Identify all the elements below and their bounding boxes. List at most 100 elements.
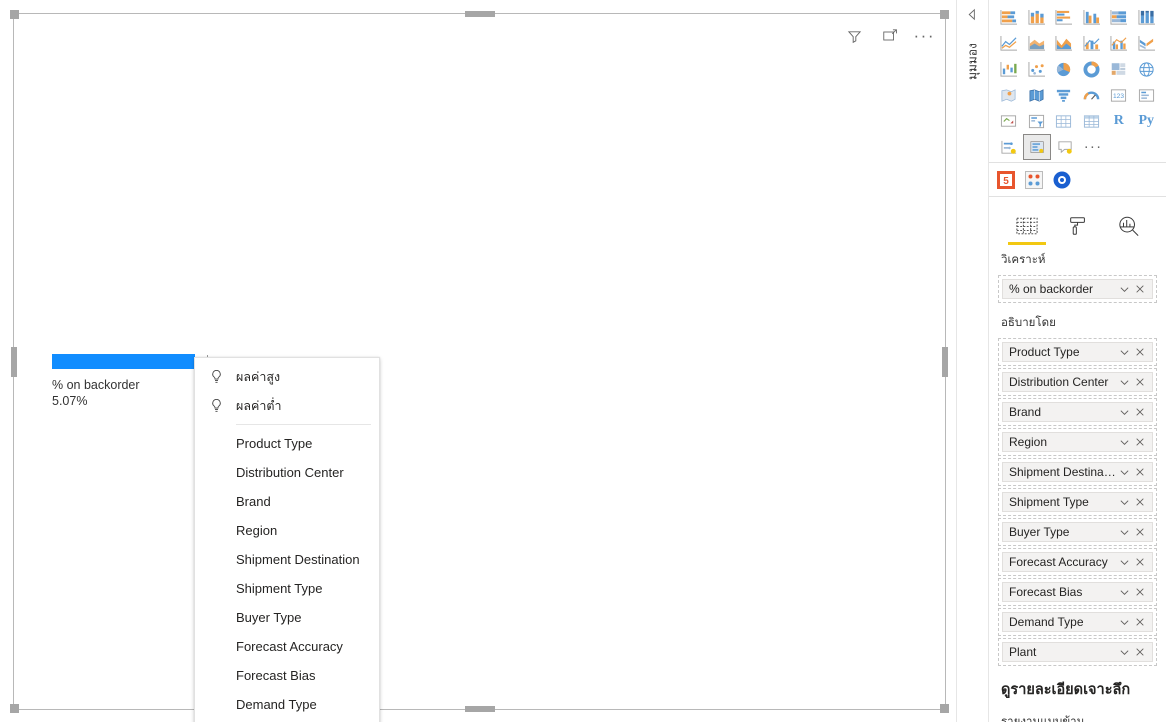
chevron-down-icon[interactable] bbox=[1116, 464, 1132, 480]
area-chart-icon[interactable] bbox=[1023, 30, 1051, 56]
explain-by-item[interactable]: Distribution Center bbox=[998, 368, 1157, 396]
field-chip-forecast-bias[interactable]: Forecast Bias bbox=[1002, 582, 1153, 602]
field-chip-plant[interactable]: Plant bbox=[1002, 642, 1153, 662]
remove-field-icon[interactable] bbox=[1132, 494, 1148, 510]
funnel-chart-icon[interactable] bbox=[1050, 82, 1078, 108]
chevron-down-icon[interactable] bbox=[1116, 374, 1132, 390]
field-chip-demand-type[interactable]: Demand Type bbox=[1002, 612, 1153, 632]
menu-item-region[interactable]: Region bbox=[195, 516, 379, 545]
chevron-down-icon[interactable] bbox=[1116, 404, 1132, 420]
visualizations-pane[interactable]: 123 R Py ··· 5 วิเคราะห์ % on backorder … bbox=[988, 0, 1166, 722]
treemap-icon[interactable] bbox=[1105, 56, 1133, 82]
slicer-icon[interactable] bbox=[1023, 108, 1051, 134]
line-clustered-column-chart-icon[interactable] bbox=[1105, 30, 1133, 56]
menu-item-high-value[interactable]: ผลค่าสูง bbox=[195, 362, 379, 391]
resize-handle-right-center[interactable] bbox=[942, 346, 948, 377]
kpi-icon[interactable] bbox=[995, 108, 1023, 134]
menu-item-demand-type[interactable]: Demand Type bbox=[195, 690, 379, 719]
stacked-area-chart-icon[interactable] bbox=[1050, 30, 1078, 56]
stacked-column-chart-icon[interactable] bbox=[1023, 4, 1051, 30]
focus-mode-icon[interactable] bbox=[879, 25, 901, 47]
format-tab[interactable] bbox=[1056, 213, 1100, 245]
menu-item-brand[interactable]: Brand bbox=[195, 487, 379, 516]
chevron-down-icon[interactable] bbox=[1116, 614, 1132, 630]
report-canvas[interactable]: ··· % on backorder 5.07% ผลค่าสูง ผลค่าต… bbox=[0, 0, 956, 722]
pie-chart-icon[interactable] bbox=[1050, 56, 1078, 82]
resize-handle-top-left[interactable] bbox=[10, 10, 19, 19]
r-script-visual-icon[interactable]: R bbox=[1105, 108, 1133, 134]
explain-by-item[interactable]: Shipment Destination bbox=[998, 458, 1157, 486]
explain-by-item[interactable]: Demand Type bbox=[998, 608, 1157, 636]
remove-field-icon[interactable] bbox=[1132, 584, 1148, 600]
resize-handle-left-center[interactable] bbox=[11, 346, 17, 377]
field-chip-shipment-destination[interactable]: Shipment Destination bbox=[1002, 462, 1153, 482]
filter-icon[interactable] bbox=[844, 25, 866, 47]
collapse-pane-icon[interactable] bbox=[966, 8, 980, 22]
stacked-bar-chart-icon[interactable] bbox=[995, 4, 1023, 30]
explain-by-item[interactable]: Shipment Type bbox=[998, 488, 1157, 516]
map-icon[interactable] bbox=[1133, 56, 1161, 82]
pane-tab-bar[interactable] bbox=[989, 197, 1166, 245]
resize-handle-bottom-center[interactable] bbox=[464, 706, 495, 712]
clustered-column-chart-icon[interactable] bbox=[1078, 4, 1106, 30]
field-chip-distribution-center[interactable]: Distribution Center bbox=[1002, 372, 1153, 392]
view-pane-strip[interactable]: มุมมอง bbox=[956, 0, 988, 722]
bar-segment[interactable] bbox=[52, 354, 195, 369]
visualization-type-gallery[interactable]: 123 R Py ··· bbox=[989, 0, 1166, 163]
explain-by-item[interactable]: Buyer Type bbox=[998, 518, 1157, 546]
html-custom-visual-icon[interactable]: 5 bbox=[996, 170, 1016, 190]
circle-custom-visual-icon[interactable] bbox=[1052, 170, 1072, 190]
grid-custom-visual-icon[interactable] bbox=[1024, 170, 1044, 190]
field-chip-product-type[interactable]: Product Type bbox=[1002, 342, 1153, 362]
menu-item-buyer-type[interactable]: Buyer Type bbox=[195, 603, 379, 632]
waterfall-chart-icon[interactable] bbox=[995, 56, 1023, 82]
menu-item-low-value[interactable]: ผลค่าต่ำ bbox=[195, 391, 379, 420]
remove-field-icon[interactable] bbox=[1132, 404, 1148, 420]
shape-map-icon[interactable] bbox=[1023, 82, 1051, 108]
remove-field-icon[interactable] bbox=[1132, 614, 1148, 630]
clustered-bar-chart-icon[interactable] bbox=[1050, 4, 1078, 30]
menu-item-product-type[interactable]: Product Type bbox=[195, 429, 379, 458]
explain-by-item[interactable]: Forecast Accuracy bbox=[998, 548, 1157, 576]
field-chip-shipment-type[interactable]: Shipment Type bbox=[1002, 492, 1153, 512]
decomposition-tree-context-menu[interactable]: ผลค่าสูง ผลค่าต่ำ Product Type Distribut… bbox=[194, 357, 380, 722]
explain-by-well[interactable]: Product Type Distribution Center Brand R… bbox=[998, 338, 1157, 666]
remove-field-icon[interactable] bbox=[1132, 464, 1148, 480]
scatter-chart-icon[interactable] bbox=[1023, 56, 1051, 82]
fields-tab[interactable] bbox=[1005, 213, 1049, 245]
hundred-percent-stacked-column-chart-icon[interactable] bbox=[1133, 4, 1161, 30]
chevron-down-icon[interactable] bbox=[1116, 524, 1132, 540]
menu-item-shipment-type[interactable]: Shipment Type bbox=[195, 574, 379, 603]
menu-item-distribution-center[interactable]: Distribution Center bbox=[195, 458, 379, 487]
remove-field-icon[interactable] bbox=[1132, 434, 1148, 450]
resize-handle-top-center[interactable] bbox=[464, 11, 495, 17]
chevron-down-icon[interactable] bbox=[1116, 281, 1132, 297]
menu-item-forecast-bias[interactable]: Forecast Bias bbox=[195, 661, 379, 690]
chevron-down-icon[interactable] bbox=[1116, 494, 1132, 510]
remove-field-icon[interactable] bbox=[1132, 524, 1148, 540]
decomposition-tree-icon[interactable] bbox=[1023, 134, 1051, 160]
line-stacked-column-chart-icon[interactable] bbox=[1078, 30, 1106, 56]
table-icon[interactable] bbox=[1050, 108, 1078, 134]
custom-visuals-row[interactable]: 5 bbox=[989, 163, 1166, 197]
analytics-tab[interactable] bbox=[1107, 213, 1151, 245]
visual-header-toolbar[interactable]: ··· bbox=[844, 25, 935, 47]
remove-field-icon[interactable] bbox=[1132, 374, 1148, 390]
visual-more-options-button[interactable]: ··· bbox=[914, 27, 935, 44]
remove-field-icon[interactable] bbox=[1132, 344, 1148, 360]
more-visuals-icon[interactable]: ··· bbox=[1079, 134, 1107, 160]
bar-chart-visual[interactable]: % on backorder 5.07% bbox=[52, 354, 214, 409]
resize-handle-top-right[interactable] bbox=[940, 10, 949, 19]
multi-row-card-icon[interactable] bbox=[1133, 82, 1161, 108]
python-visual-icon[interactable]: Py bbox=[1133, 108, 1161, 134]
resize-handle-bottom-left[interactable] bbox=[10, 704, 19, 713]
field-chip-forecast-accuracy[interactable]: Forecast Accuracy bbox=[1002, 552, 1153, 572]
menu-item-forecast-accuracy[interactable]: Forecast Accuracy bbox=[195, 632, 379, 661]
field-chip-region[interactable]: Region bbox=[1002, 432, 1153, 452]
explain-by-item[interactable]: Product Type bbox=[998, 338, 1157, 366]
chevron-down-icon[interactable] bbox=[1116, 434, 1132, 450]
selected-visual-container[interactable]: ··· % on backorder 5.07% bbox=[10, 10, 949, 713]
matrix-icon[interactable] bbox=[1078, 108, 1106, 134]
line-chart-icon[interactable] bbox=[995, 30, 1023, 56]
remove-field-icon[interactable] bbox=[1132, 644, 1148, 660]
